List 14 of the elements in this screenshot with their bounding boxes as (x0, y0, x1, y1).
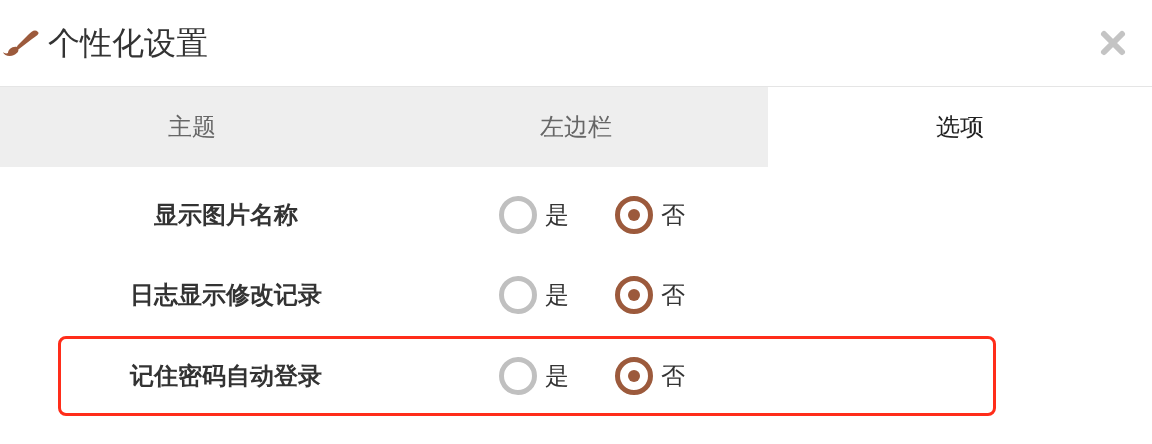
paintbrush-icon (2, 29, 40, 57)
tab[interactable]: 左边栏 (384, 87, 768, 167)
setting-label: 记住密码自动登录 (128, 361, 323, 391)
radio-option[interactable]: 是 (499, 357, 569, 395)
setting-label: 日志显示修改记录 (129, 280, 323, 310)
radio-option[interactable]: 否 (615, 196, 685, 234)
dialog-title: 个性化设置 (48, 24, 208, 63)
radio-option[interactable]: 是 (499, 196, 569, 234)
tab[interactable]: 主题 (0, 87, 384, 167)
radio-option[interactable]: 是 (499, 276, 569, 314)
close-button[interactable] (1098, 28, 1128, 58)
setting-label: 显示图片名称 (153, 200, 299, 230)
radio-option[interactable]: 否 (615, 357, 685, 395)
radio-option[interactable]: 否 (615, 276, 685, 314)
